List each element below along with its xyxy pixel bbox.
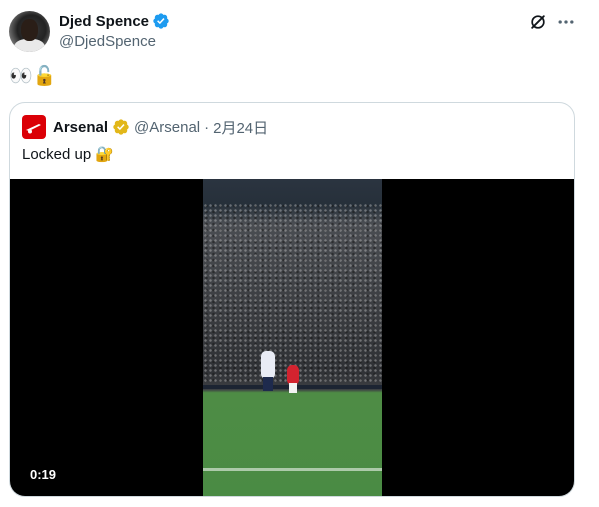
stadium-crowd <box>203 203 382 383</box>
player-white-kit <box>261 351 275 379</box>
tweet-text: 👀🔓 <box>9 66 57 87</box>
player-white-shorts <box>263 377 273 391</box>
quoted-author-name[interactable]: Arsenal <box>53 119 108 136</box>
quoted-author-handle[interactable]: @Arsenal <box>134 119 200 136</box>
author-name[interactable]: Djed Spence <box>59 13 149 30</box>
quoted-date[interactable]: 2月24日 <box>213 117 268 138</box>
video-duration: 0:19 <box>30 467 57 482</box>
player-red-kit <box>287 365 299 385</box>
tweet-card[interactable]: Djed Spence @DjedSpence 👀🔓 Arsenal @Arse… <box>0 0 599 507</box>
author-handle[interactable]: @DjedSpence <box>59 33 156 50</box>
video-player[interactable]: 0:19 <box>10 179 574 496</box>
author-name-row[interactable]: Djed Spence <box>59 12 170 30</box>
quoted-tweet[interactable]: Arsenal @Arsenal · 2月24日 Locked up 🔐 0:1… <box>9 102 575 497</box>
quoted-tweet-text: Locked up 🔐 <box>22 146 115 163</box>
gold-verified-badge-icon <box>113 119 129 135</box>
quoted-separator: · <box>204 118 210 136</box>
arsenal-cannon-logo-icon[interactable] <box>22 115 46 139</box>
video-frame <box>203 179 382 496</box>
avatar-face <box>21 19 38 41</box>
quoted-tweet-header: Arsenal @Arsenal · 2月24日 <box>22 115 268 139</box>
author-avatar[interactable] <box>9 11 50 52</box>
more-horizontal-icon[interactable] <box>556 12 576 32</box>
grok-icon[interactable] <box>528 12 548 32</box>
pitch-line <box>203 468 382 471</box>
verified-badge-icon <box>153 13 169 29</box>
player-red-shorts <box>289 383 297 393</box>
